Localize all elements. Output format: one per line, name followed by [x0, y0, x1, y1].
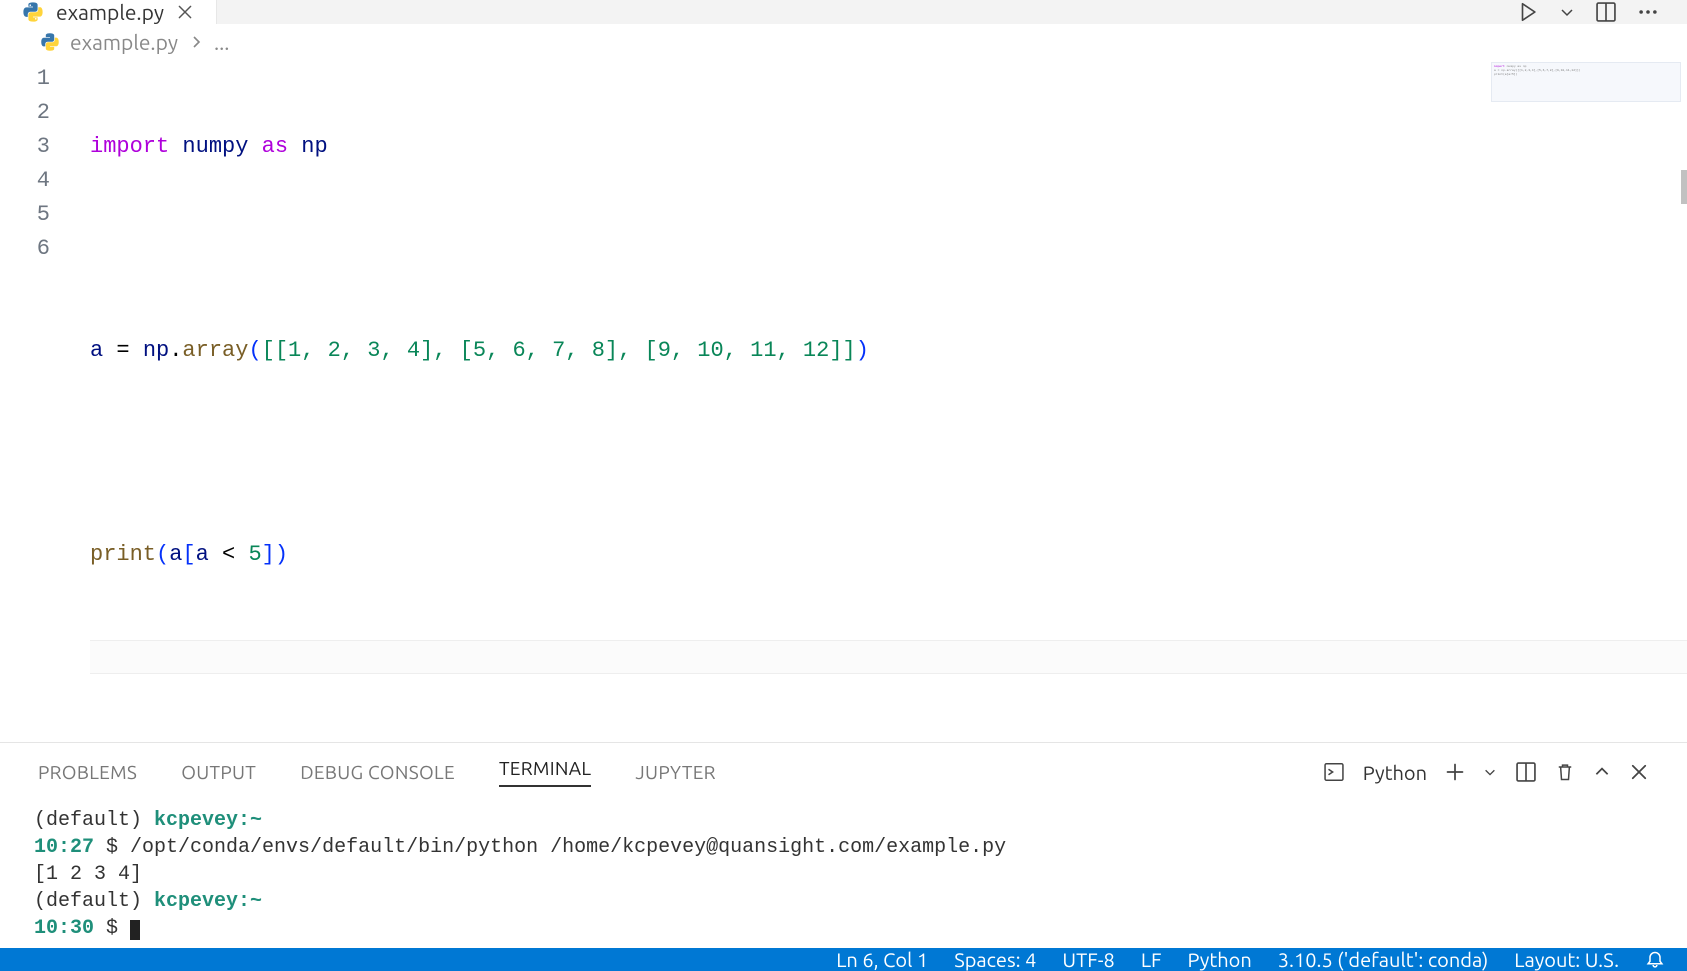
close-icon[interactable]	[176, 3, 194, 21]
tab-bar: example.py	[0, 0, 1687, 24]
editor[interactable]: 1 2 3 4 5 6 import numpy as np a = np.ar…	[0, 60, 1687, 743]
split-terminal-icon[interactable]	[1515, 761, 1537, 783]
status-keyboard-layout[interactable]: Layout: U.S.	[1514, 948, 1619, 971]
code-token: array	[182, 338, 248, 363]
scrollbar[interactable]	[1681, 170, 1687, 204]
code-token: (	[156, 542, 169, 567]
panel-actions: Python	[1323, 761, 1649, 784]
code-token: ]	[262, 542, 275, 567]
editor-tab-label: example.py	[56, 0, 164, 24]
breadcrumb[interactable]: example.py ...	[0, 24, 1687, 60]
minimap[interactable]: import numpy as npa = np.array([[1,2,3,4…	[1491, 62, 1681, 102]
status-bar: Ln 6, Col 1 Spaces: 4 UTF-8 LF Python 3.…	[0, 948, 1687, 971]
code-token: )	[856, 338, 869, 363]
chevron-down-icon[interactable]	[1559, 4, 1575, 20]
tabbar-actions	[1517, 0, 1687, 24]
terminal-text: $	[94, 917, 130, 940]
terminal-output[interactable]: (default) kcpevey:~ 10:27 $ /opt/conda/e…	[0, 801, 1687, 948]
more-icon[interactable]	[1637, 1, 1659, 23]
terminal-text: kcpevey:~	[154, 809, 262, 832]
terminal-text: $	[94, 836, 130, 859]
code-token: <	[222, 542, 235, 567]
code-token: numpy	[182, 134, 248, 159]
status-interpreter[interactable]: 3.10.5 ('default': conda)	[1278, 948, 1488, 971]
editor-tab-example-py[interactable]: example.py	[0, 0, 217, 24]
code-token: .	[169, 338, 182, 363]
terminal-text: (default)	[34, 890, 154, 913]
tab-jupyter[interactable]: JUPYTER	[635, 761, 715, 783]
status-encoding[interactable]: UTF-8	[1062, 948, 1114, 971]
breadcrumb-ellipsis: ...	[214, 30, 230, 54]
status-eol[interactable]: LF	[1141, 948, 1162, 971]
code-token: np	[301, 134, 327, 159]
terminal-text: (default)	[34, 809, 154, 832]
code-token: print	[90, 542, 156, 567]
terminal-text: [1 2 3 4]	[34, 863, 142, 886]
line-number: 1	[0, 62, 50, 96]
terminal-text: 10:30	[34, 917, 94, 940]
terminal-profile-icon[interactable]	[1323, 761, 1345, 783]
code-token: import	[90, 134, 169, 159]
tab-problems[interactable]: PROBLEMS	[38, 761, 137, 783]
line-gutter: 1 2 3 4 5 6	[0, 60, 90, 742]
python-file-icon	[22, 1, 44, 23]
close-panel-icon[interactable]	[1629, 762, 1649, 782]
tab-terminal[interactable]: TERMINAL	[499, 757, 591, 787]
code-token: [[1, 2, 3, 4], [5, 6, 7, 8], [9, 10, 11,…	[262, 338, 856, 363]
code-content[interactable]: import numpy as np a = np.array([[1, 2, …	[90, 60, 1687, 742]
status-cursor-position[interactable]: Ln 6, Col 1	[836, 948, 928, 971]
bottom-panel: PROBLEMS OUTPUT DEBUG CONSOLE TERMINAL J…	[0, 743, 1687, 948]
chevron-up-icon[interactable]	[1593, 763, 1611, 781]
status-indentation[interactable]: Spaces: 4	[954, 948, 1036, 971]
new-terminal-icon[interactable]	[1445, 762, 1465, 782]
code-token: a	[169, 542, 182, 567]
breadcrumb-file: example.py	[70, 30, 178, 54]
tab-debug-console[interactable]: DEBUG CONSOLE	[300, 761, 455, 783]
line-number: 6	[0, 232, 50, 266]
terminal-shell-label: Python	[1363, 761, 1427, 784]
code-token: 5	[248, 542, 261, 567]
terminal-text: 10:27	[34, 836, 94, 859]
terminal-text: kcpevey:~	[154, 890, 262, 913]
terminal-cursor	[130, 920, 140, 940]
panel-tabs: PROBLEMS OUTPUT DEBUG CONSOLE TERMINAL J…	[0, 743, 1687, 801]
terminal-text: /opt/conda/envs/default/bin/python /home…	[130, 836, 1006, 859]
line-number: 2	[0, 96, 50, 130]
code-token: (	[248, 338, 261, 363]
python-file-icon	[40, 32, 60, 52]
split-editor-icon[interactable]	[1595, 1, 1617, 23]
chevron-down-icon[interactable]	[1483, 765, 1497, 779]
code-token: np	[143, 338, 169, 363]
code-token: )	[275, 542, 288, 567]
bell-icon[interactable]	[1645, 950, 1665, 970]
tab-output[interactable]: OUTPUT	[181, 761, 256, 783]
code-token: [	[182, 542, 195, 567]
code-token: as	[262, 134, 288, 159]
chevron-right-icon	[188, 34, 204, 50]
run-icon[interactable]	[1517, 1, 1539, 23]
line-number: 3	[0, 130, 50, 164]
code-token: =	[116, 338, 129, 363]
line-number: 4	[0, 164, 50, 198]
code-token: a	[196, 542, 209, 567]
status-language[interactable]: Python	[1188, 948, 1252, 971]
line-number: 5	[0, 198, 50, 232]
trash-icon[interactable]	[1555, 762, 1575, 782]
code-token: a	[90, 338, 103, 363]
